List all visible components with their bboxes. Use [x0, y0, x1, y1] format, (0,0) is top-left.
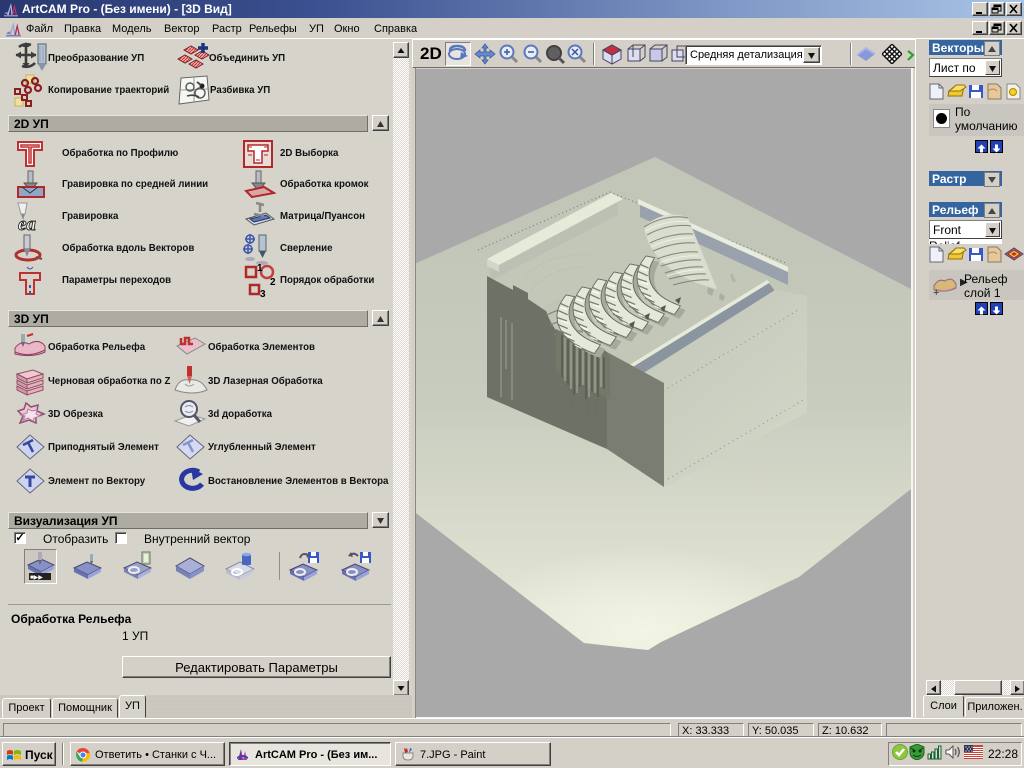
svg-text:+: + — [933, 287, 939, 298]
svg-text:3: 3 — [260, 289, 266, 299]
svg-text:2: 2 — [270, 277, 276, 288]
svg-text:1: 1 — [257, 263, 263, 274]
svg-text:ea: ea — [18, 214, 36, 233]
svg-text:■▶▶: ■▶▶ — [30, 575, 43, 581]
